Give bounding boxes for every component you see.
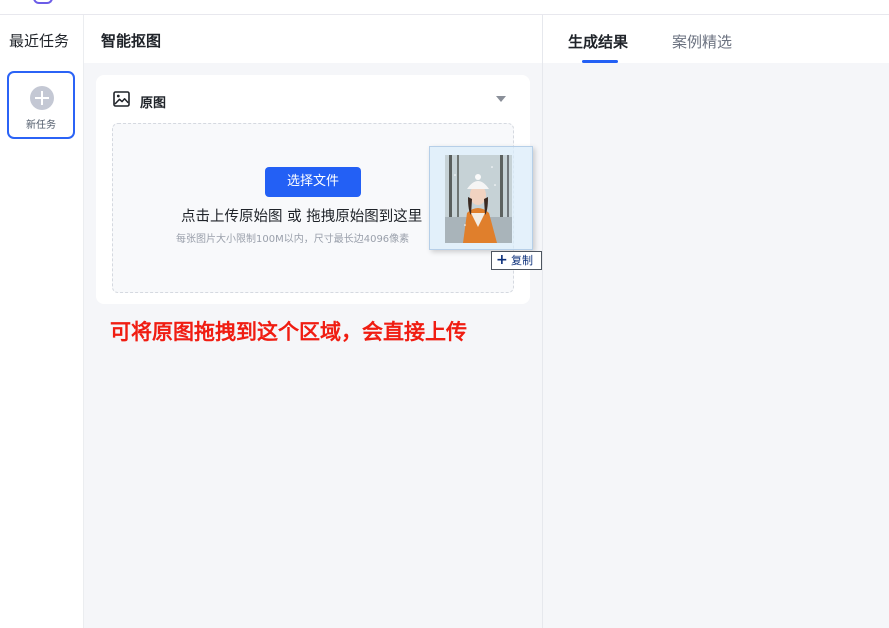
drag-preview-thumbnail	[429, 146, 533, 250]
dropzone-instruction: 点击上传原始图 或 拖拽原始图到这里	[181, 209, 423, 225]
dropzone-limit-note: 每张图片大小限制100M以内，尺寸最长边4096像素	[176, 234, 410, 245]
image-icon	[113, 91, 130, 107]
editor-header: 智能抠图	[84, 15, 542, 63]
caret-down-icon[interactable]	[496, 96, 506, 102]
recent-tasks-panel: 最近任务 新任务	[0, 15, 84, 628]
tab-showcase[interactable]: 案例精选	[672, 31, 732, 52]
copy-label: 复制	[511, 254, 533, 267]
drag-copy-indicator: + 复制	[491, 251, 542, 270]
choose-file-button[interactable]: 选择文件	[265, 167, 361, 197]
top-bar	[0, 0, 889, 15]
new-task-label: 新任务	[26, 120, 56, 131]
dropzone-annotation: 可将原图拖拽到这个区域，会直接上传	[110, 320, 467, 344]
results-tabs: 生成结果 案例精选	[543, 15, 889, 63]
page-title: 智能抠图	[101, 32, 162, 50]
plus-circle-icon	[30, 86, 54, 110]
plus-icon: +	[496, 252, 508, 268]
recent-tasks-title: 最近任务	[9, 32, 70, 50]
results-panel: 生成结果 案例精选	[543, 15, 889, 628]
card-title: 原图	[140, 96, 167, 111]
app-logo-icon	[33, 0, 53, 4]
tab-results[interactable]: 生成结果	[568, 31, 628, 52]
dragged-photo-image	[445, 155, 512, 243]
active-tab-indicator	[582, 60, 618, 63]
new-task-button[interactable]: 新任务	[7, 71, 75, 139]
